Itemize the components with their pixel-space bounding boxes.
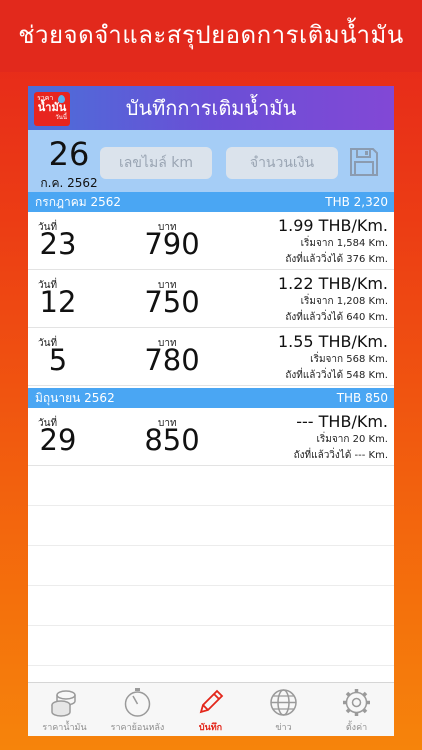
month-header: กรกฎาคม 2562 THB 2,320 <box>28 192 394 212</box>
tab-label: ข่าว <box>275 723 292 733</box>
stopwatch-icon <box>124 688 151 717</box>
amount-input[interactable] <box>226 147 338 179</box>
tab-record[interactable]: บันทึก <box>174 683 247 736</box>
tab-price-history[interactable]: ราคาย้อนหลัง <box>101 683 174 736</box>
record-rate: 1.22 THB/Km. <box>277 274 388 293</box>
record-amount: 750 <box>144 285 200 319</box>
app-logo[interactable]: ราคา น้ำมัน วันนี้ <box>34 92 70 126</box>
tab-oil-price[interactable]: ราคาน้ำมัน <box>28 683 101 736</box>
fuel-record-row[interactable]: วันที่ 5 บาท 780 1.55 THB/Km. เริ่มจาก 5… <box>28 328 394 386</box>
entry-day[interactable]: 26 <box>40 136 98 172</box>
globe-icon <box>270 689 297 716</box>
oil-drop-icon <box>58 95 65 103</box>
record-rate: 1.99 THB/Km. <box>277 216 388 235</box>
fuel-record-row[interactable]: วันที่ 29 บาท 850 --- THB/Km. เริ่มจาก 2… <box>28 408 394 466</box>
floppy-disk-icon <box>350 148 378 176</box>
month-name: กรกฎาคม 2562 <box>35 195 122 209</box>
record-amount: 850 <box>144 423 200 457</box>
gear-icon <box>343 689 370 716</box>
save-button[interactable] <box>348 146 380 178</box>
fuel-record-row[interactable]: วันที่ 23 บาท 790 1.99 THB/Km. เริ่มจาก … <box>28 212 394 270</box>
month-header: มิถุนายน 2562 THB 850 <box>28 388 394 408</box>
empty-list-row <box>28 466 394 506</box>
app-logo-line2: น้ำมัน <box>37 101 67 114</box>
month-name: มิถุนายน 2562 <box>35 391 115 405</box>
record-day: 5 <box>48 343 68 377</box>
coins-icon <box>51 690 76 717</box>
record-day: 23 <box>39 227 77 261</box>
record-distance: ถังที่แล้ววิ่งได้ 548 Km. <box>285 370 388 381</box>
month-total: THB 2,320 <box>325 195 388 209</box>
record-start: เริ่มจาก 20 Km. <box>316 434 388 445</box>
tab-news[interactable]: ข่าว <box>247 683 320 736</box>
tab-settings[interactable]: ตั้งค่า <box>320 683 393 736</box>
fuel-record-row[interactable]: วันที่ 12 บาท 750 1.22 THB/Km. เริ่มจาก … <box>28 270 394 328</box>
record-rate: --- THB/Km. <box>296 412 388 431</box>
record-day: 12 <box>39 285 77 319</box>
record-distance: ถังที่แล้ววิ่งได้ --- Km. <box>293 450 388 461</box>
month-total: THB 850 <box>336 391 388 405</box>
app-logo-line3: วันนี้ <box>55 114 67 121</box>
record-start: เริ่มจาก 1,208 Km. <box>300 296 388 307</box>
empty-list-row <box>28 626 394 666</box>
empty-list-row <box>28 546 394 586</box>
entry-form: 26 ก.ค. 2562 <box>28 130 394 192</box>
record-start: เริ่มจาก 568 Km. <box>310 354 388 365</box>
pencil-icon <box>199 689 224 714</box>
record-distance: ถังที่แล้ววิ่งได้ 640 Km. <box>285 312 388 323</box>
empty-list-row <box>28 506 394 546</box>
tab-label: ตั้งค่า <box>345 723 368 733</box>
record-day: 29 <box>39 423 77 457</box>
nav-title: บันทึกการเติมน้ำมัน <box>125 96 297 120</box>
record-amount: 790 <box>144 227 200 261</box>
tab-label: ราคาย้อนหลัง <box>110 723 165 733</box>
mileage-input[interactable] <box>100 147 212 179</box>
navigation-bar: ราคา น้ำมัน วันนี้ บันทึกการเติมน้ำมัน <box>28 86 394 130</box>
record-rate: 1.55 THB/Km. <box>277 332 388 351</box>
promo-headline: ช่วยจดจำและสรุปยอดการเติมน้ำมัน <box>0 0 422 72</box>
record-amount: 780 <box>144 343 200 377</box>
app-screen: ราคา น้ำมัน วันนี้ บันทึกการเติมน้ำมัน 2… <box>28 86 394 736</box>
tab-bar: ราคาน้ำมัน ราคาย้อนหลัง บันทึก ข่าว ตั้ง… <box>28 682 394 736</box>
record-distance: ถังที่แล้ววิ่งได้ 376 Km. <box>285 254 388 265</box>
entry-month[interactable]: ก.ค. 2562 <box>34 174 104 193</box>
tab-label: ราคาน้ำมัน <box>42 723 87 733</box>
empty-list-row <box>28 586 394 626</box>
tab-label: บันทึก <box>198 723 223 733</box>
record-start: เริ่มจาก 1,584 Km. <box>300 238 388 249</box>
